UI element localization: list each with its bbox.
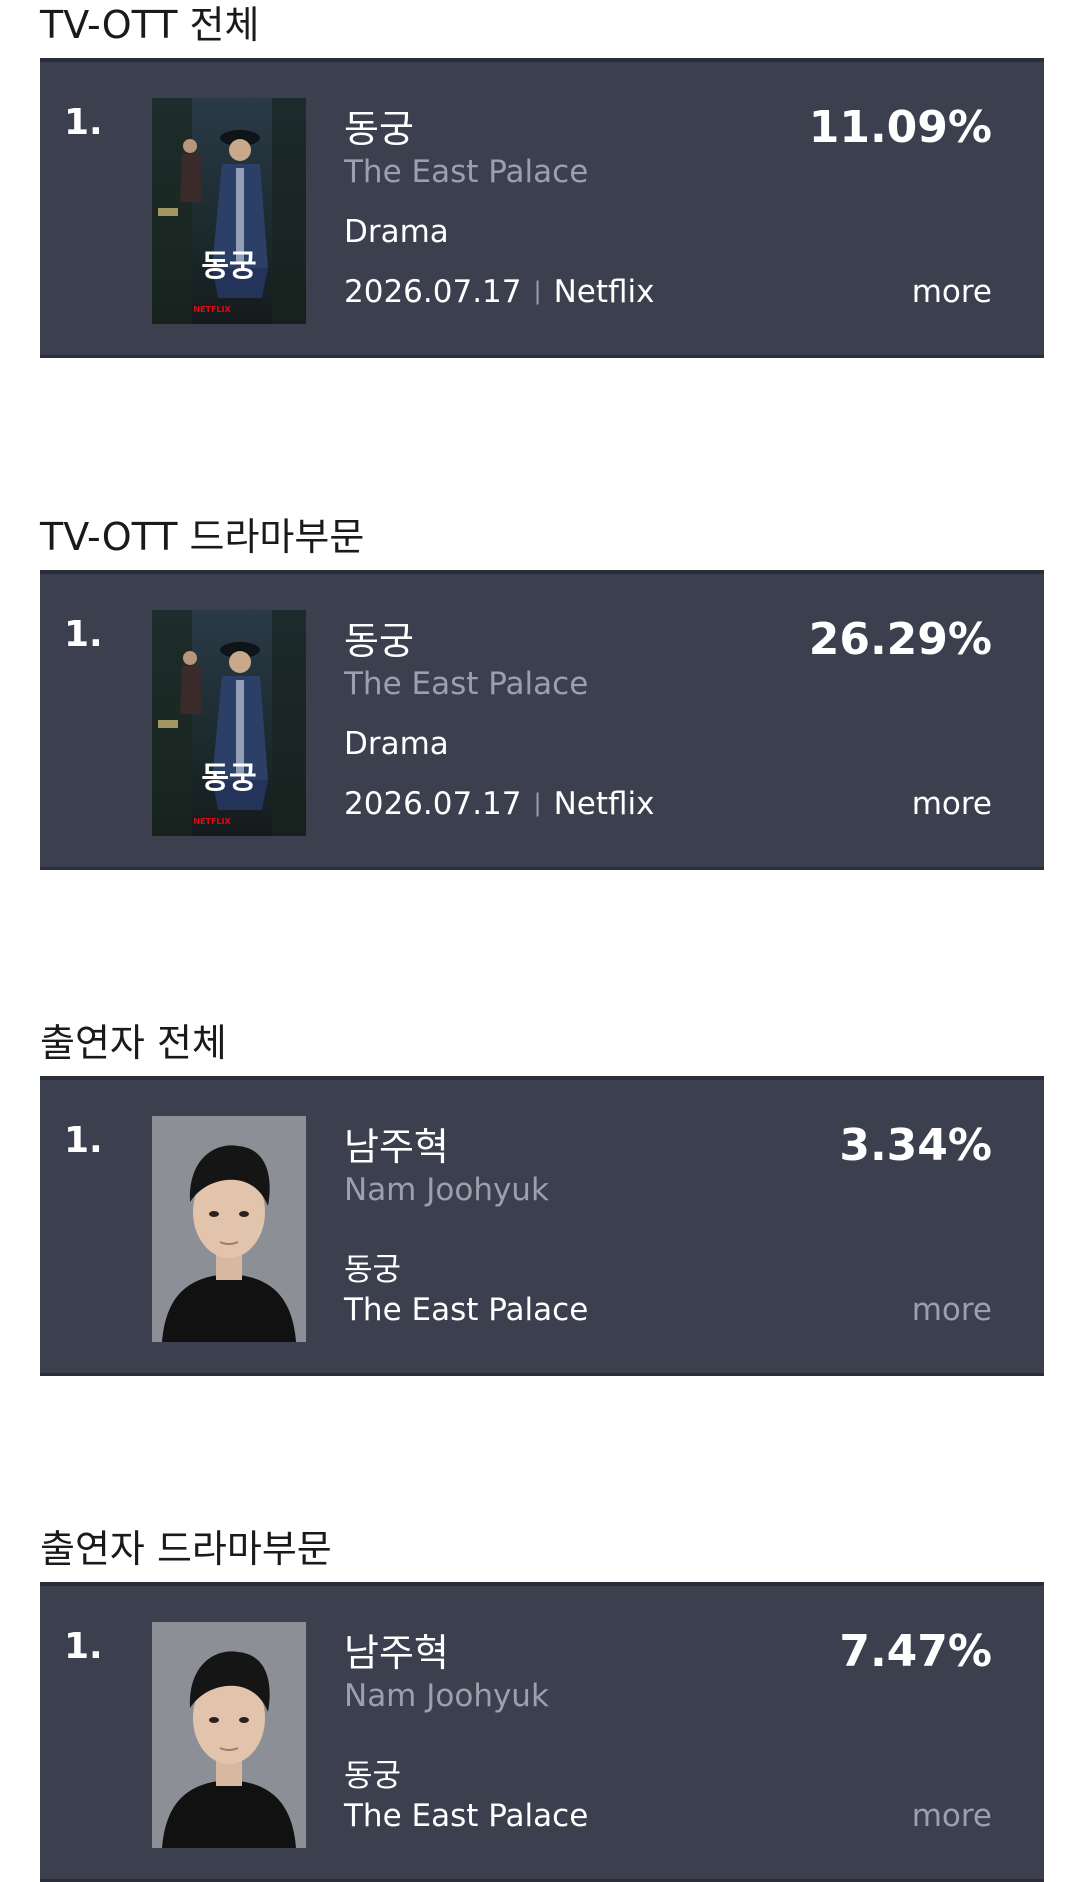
actor-name-english: Nam Joohyuk xyxy=(344,1678,549,1714)
section-title: 출연자 드라마부문 xyxy=(40,1527,332,1571)
portrait-image[interactable] xyxy=(152,1116,306,1342)
genre-label: Drama xyxy=(344,726,449,762)
share-percent: 3.34% xyxy=(839,1120,992,1171)
separator: | xyxy=(533,277,542,305)
more-link[interactable]: more xyxy=(912,1292,992,1328)
show-title-english: The East Palace xyxy=(344,1798,589,1834)
section-title: TV-OTT 드라마부문 xyxy=(40,515,365,559)
title-english: The East Palace xyxy=(344,666,589,702)
poster-image[interactable]: 동궁 NETFLIX xyxy=(152,98,306,324)
ranking-card[interactable]: 1. 남주혁 Nam Joohyuk 동궁 The East Palace 3.… xyxy=(40,1076,1044,1376)
ranking-card[interactable]: 1. 동궁 NETFLIX 동궁 The East Palace Drama 2… xyxy=(40,570,1044,870)
release-info: 2026.07.17 | Netflix xyxy=(344,274,655,310)
poster-brand-text: NETFLIX xyxy=(193,305,231,314)
rank-number: 1. xyxy=(64,1626,103,1667)
actor-name-english: Nam Joohyuk xyxy=(344,1172,549,1208)
show-title-english: The East Palace xyxy=(344,1292,589,1328)
poster-title-text: 동궁 xyxy=(201,249,256,284)
ranking-card[interactable]: 1. 동궁 NETFLIX 동궁 The East Palace Drama 2… xyxy=(40,58,1044,358)
title-korean: 동궁 xyxy=(344,107,414,151)
separator: | xyxy=(533,789,542,817)
show-title-korean: 동궁 xyxy=(344,1758,402,1794)
more-link[interactable]: more xyxy=(912,274,992,310)
rank-number: 1. xyxy=(64,614,103,655)
more-link[interactable]: more xyxy=(912,786,992,822)
title-korean: 동궁 xyxy=(344,619,414,663)
release-info: 2026.07.17 | Netflix xyxy=(344,786,655,822)
more-link[interactable]: more xyxy=(912,1798,992,1834)
poster-image[interactable]: 동궁 NETFLIX xyxy=(152,610,306,836)
portrait-image[interactable] xyxy=(152,1622,306,1848)
section-title: TV-OTT 전체 xyxy=(40,3,260,47)
poster-brand-text: NETFLIX xyxy=(193,817,231,826)
actor-name-korean: 남주혁 xyxy=(344,1631,449,1675)
release-date: 2026.07.17 xyxy=(344,786,522,822)
title-english: The East Palace xyxy=(344,154,589,190)
genre-label: Drama xyxy=(344,214,449,250)
ranking-card[interactable]: 1. 남주혁 Nam Joohyuk 동궁 The East Palace 7.… xyxy=(40,1582,1044,1882)
share-percent: 11.09% xyxy=(808,102,992,153)
platform-name: Netflix xyxy=(553,786,655,822)
rank-number: 1. xyxy=(64,102,103,143)
release-date: 2026.07.17 xyxy=(344,274,522,310)
actor-name-korean: 남주혁 xyxy=(344,1125,449,1169)
show-title-korean: 동궁 xyxy=(344,1252,402,1288)
platform-name: Netflix xyxy=(553,274,655,310)
section-title: 출연자 전체 xyxy=(40,1021,227,1065)
rank-number: 1. xyxy=(64,1120,103,1161)
share-percent: 7.47% xyxy=(839,1626,992,1677)
poster-title-text: 동궁 xyxy=(201,761,256,796)
share-percent: 26.29% xyxy=(808,614,992,665)
